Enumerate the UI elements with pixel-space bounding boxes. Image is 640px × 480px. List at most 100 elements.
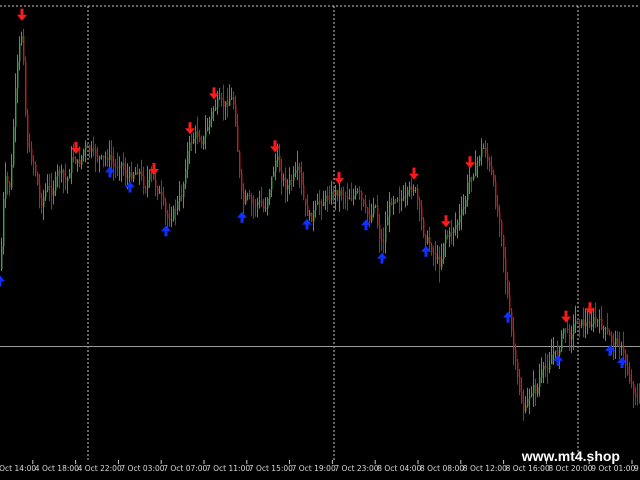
candle-body [205,130,207,137]
candle-body [413,189,415,192]
candle-body [469,177,471,183]
candle-body [297,166,299,171]
candle-body [461,208,463,216]
candle-body [371,213,373,221]
candle-body [351,198,353,200]
candle-body [547,367,549,370]
watermark: www.mt4.shop [521,448,620,464]
candle-body [35,163,37,174]
candle-body [101,155,103,157]
candle-body [59,170,61,174]
candle-body [229,98,231,106]
candle-body [497,206,499,213]
candle-body [353,195,355,200]
x-tick-label: 8 Oct 08:00 [420,464,464,473]
candle-body [149,172,151,181]
candle-body [69,173,71,179]
candle-body [227,101,229,106]
candle-body [309,212,311,216]
candle-body [495,182,497,207]
candle-body [505,258,507,281]
candle-body [255,204,257,206]
candle-body [321,204,323,207]
candle-body [465,200,467,208]
candle-body [143,176,145,189]
candle-body [241,172,243,192]
candle-body [97,157,99,159]
candle-body [477,161,479,163]
candle-body [463,207,465,209]
candle-body [291,180,293,182]
candle-body [475,162,477,177]
candle-body [261,200,263,206]
candle-body [199,136,201,141]
sell-arrow-icon [409,167,419,180]
candle-body [485,147,487,154]
candle-body [1,246,3,270]
candle-body [179,195,181,202]
candle-body [265,208,267,210]
candle-body [375,205,377,207]
buy-arrow-icon [302,218,312,230]
candle-body [585,322,587,327]
candle-body [163,195,165,202]
candle-body [395,200,397,202]
candle-body [181,195,183,198]
candle-body [319,201,321,205]
candle-body [277,155,279,161]
candle-body [507,280,509,296]
x-tick-label: 8 Oct 20:00 [548,464,592,473]
candle-body [599,318,601,321]
candle-body [259,200,261,202]
candle-body [281,171,283,181]
candle-body [31,148,33,162]
x-tick-label: 8 Oct 04:00 [377,464,421,473]
candle-body [247,194,249,196]
arrow-head [149,169,159,176]
candle-body [21,35,23,43]
candle-body [135,171,137,175]
candle-body [343,195,345,197]
candle-body [57,170,59,177]
candle-body [509,295,511,312]
candle-body [393,200,395,205]
candle-body [99,156,101,159]
arrow-head [553,354,563,361]
arrow-shaft [305,224,309,230]
arrow-shaft [424,251,428,257]
candle-body [123,162,125,170]
candle-body [487,153,489,161]
candle-body [537,386,539,394]
arrow-shaft [337,172,341,179]
candle-body [107,157,109,161]
candle-body [217,98,219,108]
candle-body [49,185,51,188]
candle-body [383,241,385,243]
candle-body [273,171,275,177]
candle-body [111,154,113,163]
candle-body [611,335,613,343]
candle-body [125,169,127,178]
arrow-shaft [468,156,472,163]
candle-body [167,213,169,219]
candle-body [417,188,419,201]
candle-body [315,204,317,211]
candle-body [155,179,157,188]
candle-body [213,109,215,112]
x-tick-label: 4 Oct 22:00 [78,464,122,473]
candle-body [243,191,245,204]
candle-body [607,327,609,333]
candle-body [529,396,531,399]
arrow-shaft [152,163,156,170]
candle-body [323,201,325,207]
candle-body [169,218,171,221]
candle-body [345,196,347,198]
candle-body [147,180,149,189]
candle-body [519,377,521,393]
candle-body [453,229,455,233]
candle-body [193,138,195,143]
candle-body [621,345,623,348]
candle-body [313,210,315,222]
x-tick-label: 7 Oct 03:00 [120,464,164,473]
candle-body [301,173,303,186]
